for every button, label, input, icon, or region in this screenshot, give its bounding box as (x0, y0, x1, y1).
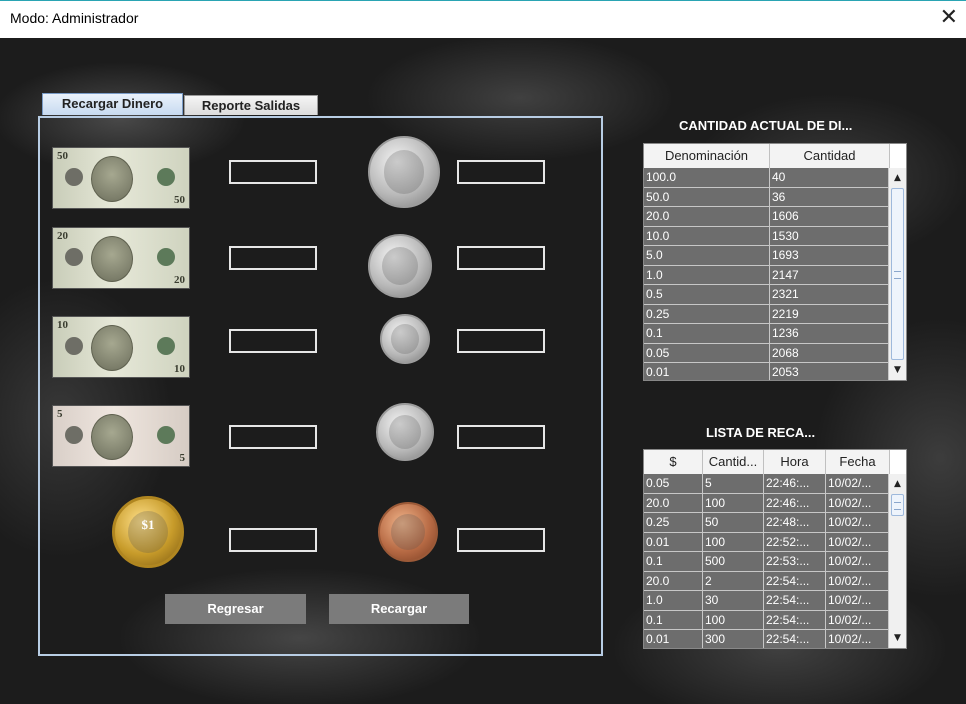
bill-20-quantity-input[interactable] (229, 246, 317, 270)
table-row[interactable]: 100.0 40 (644, 168, 890, 188)
tab-recargar-dinero[interactable]: Recargar Dinero (42, 93, 183, 115)
table-row[interactable]: 1.0 2147 (644, 265, 890, 285)
inventory-title: CANTIDAD ACTUAL DE DI... (679, 118, 853, 133)
coin-010-quantity-input[interactable] (457, 329, 545, 353)
table-row[interactable]: 0.25 2219 (644, 304, 890, 324)
inventory-rows: 100.0 40 50.0 36 20.0 1606 10.0 1530 5.0 1693… (644, 168, 890, 380)
close-icon[interactable]: ✕ (940, 6, 958, 30)
table-row[interactable]: 10.0 1530 (644, 226, 890, 246)
table-row[interactable]: 0.01 100 22:52:... 10/02/... (644, 532, 890, 552)
scroll-thumb[interactable] (891, 494, 904, 516)
table-row[interactable]: 20.0 2 22:54:... 10/02/... (644, 571, 890, 591)
scroll-down-icon[interactable]: ▼ (889, 630, 906, 646)
half-dollar-coin-icon (368, 136, 440, 208)
table-row[interactable]: 5.0 1693 (644, 246, 890, 266)
column-header-cantidad[interactable]: Cantidad (770, 144, 890, 168)
table-row[interactable]: 0.25 50 22:48:... 10/02/... (644, 513, 890, 533)
table-row[interactable]: 0.05 2068 (644, 343, 890, 363)
twenty-dollar-bill-icon: 20 20 (52, 227, 190, 289)
column-header-fecha[interactable]: Fecha (826, 450, 890, 474)
dime-coin-icon (380, 314, 430, 364)
quarter-coin-icon (368, 234, 432, 298)
table-row[interactable]: 20.0 100 22:46:... 10/02/... (644, 493, 890, 513)
bill-5-quantity-input[interactable] (229, 425, 317, 449)
inventory-table: Denominación Cantidad 100.0 40 50.0 36 20.… (643, 143, 907, 381)
column-header-cantidad[interactable]: Cantid... (703, 450, 764, 474)
reloads-title: LISTA DE RECA... (706, 425, 816, 440)
reloads-rows: 0.05 5 22:46:... 10/02/... 20.0 100 22:46:...… (644, 474, 890, 648)
coin-025-quantity-input[interactable] (457, 246, 545, 270)
tab-reporte-salidas[interactable]: Reporte Salidas (184, 95, 318, 115)
column-header-denominacion[interactable]: Denominación (644, 144, 770, 168)
table-row[interactable]: 0.1 100 22:54:... 10/02/... (644, 610, 890, 630)
reload-button[interactable]: Recargar (329, 594, 469, 624)
ten-dollar-bill-icon: 10 10 (52, 316, 190, 378)
table-row[interactable]: 0.1 1236 (644, 324, 890, 344)
table-row[interactable]: 0.01 2053 (644, 363, 890, 380)
table-row[interactable]: 20.0 1606 (644, 207, 890, 227)
table-row[interactable]: 0.5 2321 (644, 285, 890, 305)
window-title: Modo: Administrador (10, 10, 139, 26)
penny-coin-icon (378, 502, 438, 562)
coin-005-quantity-input[interactable] (457, 425, 545, 449)
five-dollar-bill-icon: 55 (52, 405, 190, 467)
title-bar: Modo: Administrador ✕ (0, 0, 966, 38)
table-row[interactable]: 0.01 300 22:54:... 10/02/... (644, 630, 890, 648)
scroll-up-icon[interactable]: ▲ (889, 170, 906, 186)
inventory-scrollbar[interactable]: ▲ ▼ (888, 168, 906, 380)
coin-001-quantity-input[interactable] (457, 528, 545, 552)
scroll-down-icon[interactable]: ▼ (889, 362, 906, 378)
reloads-table: $ Cantid... Hora Fecha 0.05 5 22:46:... 10/… (643, 449, 907, 649)
bill-50-quantity-input[interactable] (229, 160, 317, 184)
table-row[interactable]: 0.05 5 22:46:... 10/02/... (644, 474, 890, 494)
back-button[interactable]: Regresar (165, 594, 306, 624)
scroll-thumb[interactable] (891, 188, 904, 360)
coin-1-quantity-input[interactable] (229, 528, 317, 552)
table-row[interactable]: 50.0 36 (644, 187, 890, 207)
column-header-amount[interactable]: $ (644, 450, 703, 474)
nickel-coin-icon (376, 403, 434, 461)
one-dollar-coin-icon: $1 (112, 496, 184, 568)
scroll-up-icon[interactable]: ▲ (889, 476, 906, 492)
fifty-dollar-bill-icon: 50 50 (52, 147, 190, 209)
coin-050-quantity-input[interactable] (457, 160, 545, 184)
table-row[interactable]: 1.0 30 22:54:... 10/02/... (644, 591, 890, 611)
column-header-hora[interactable]: Hora (764, 450, 826, 474)
table-row[interactable]: 0.1 500 22:53:... 10/02/... (644, 552, 890, 572)
bill-10-quantity-input[interactable] (229, 329, 317, 353)
reloads-scrollbar[interactable]: ▲ ▼ (888, 474, 906, 648)
